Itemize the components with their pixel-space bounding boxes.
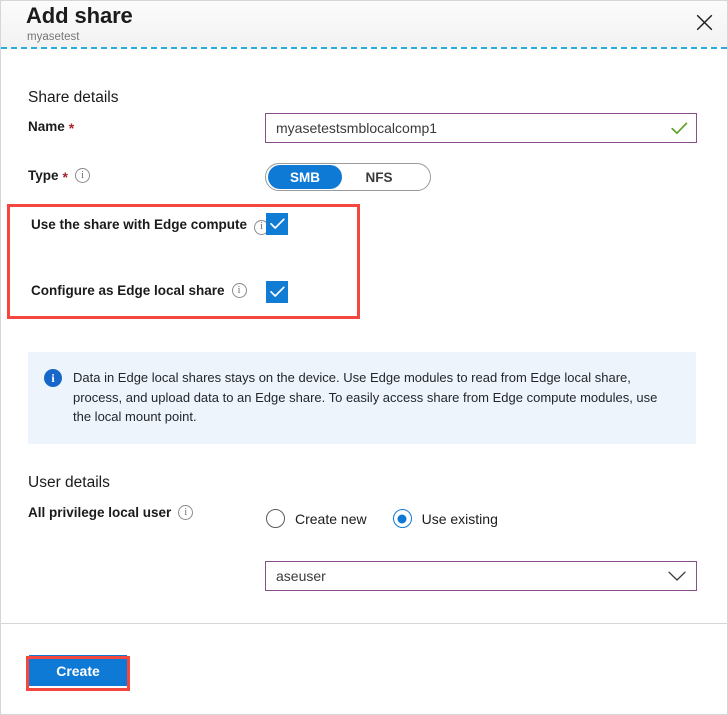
add-share-blade: Add share myasetest Share details Name *… — [0, 0, 728, 715]
chevron-down-icon — [668, 571, 686, 582]
edge-compute-label-text: Use the share with Edge compute — [31, 217, 247, 232]
checkmark-icon — [270, 218, 285, 230]
edge-local-share-label: Configure as Edge local share i — [31, 283, 247, 298]
name-label-text: Name — [28, 119, 65, 134]
user-select-value: aseuser — [276, 568, 668, 584]
share-name-input[interactable]: myasetestsmblocalcomp1 — [265, 113, 697, 143]
edge-local-share-info-banner: i Data in Edge local shares stays on the… — [28, 352, 696, 444]
type-label: Type * i — [28, 168, 90, 183]
user-select[interactable]: aseuser — [265, 561, 697, 591]
radio-create-new[interactable] — [266, 509, 285, 528]
privilege-user-radio-group: Create new Use existing — [266, 509, 498, 528]
info-icon[interactable]: i — [232, 283, 247, 298]
edge-compute-checkbox[interactable] — [266, 213, 288, 235]
name-required-marker: * — [69, 121, 74, 135]
type-label-text: Type — [28, 168, 59, 183]
type-required-marker: * — [63, 170, 68, 184]
radio-use-existing[interactable] — [393, 509, 412, 528]
radio-create-new-label[interactable]: Create new — [295, 511, 367, 527]
check-icon — [671, 122, 688, 135]
share-name-input-value: myasetestsmblocalcomp1 — [276, 120, 671, 136]
name-label: Name * — [28, 119, 74, 134]
info-icon[interactable]: i — [75, 168, 90, 183]
privilege-user-label-text: All privilege local user — [28, 505, 171, 520]
info-icon[interactable]: i — [178, 505, 193, 520]
page-subtitle: myasetest — [27, 31, 79, 43]
share-details-heading: Share details — [28, 89, 118, 107]
info-icon: i — [44, 369, 62, 387]
edge-local-share-checkbox[interactable] — [266, 281, 288, 303]
share-type-option-smb[interactable]: SMB — [268, 165, 342, 189]
radio-use-existing-label[interactable]: Use existing — [422, 511, 498, 527]
blade-body: Share details Name * myasetestsmblocalco… — [1, 51, 727, 623]
user-details-heading: User details — [28, 474, 110, 492]
edge-local-share-label-text: Configure as Edge local share — [31, 283, 225, 298]
page-title: Add share — [26, 3, 133, 29]
share-type-option-nfs[interactable]: NFS — [342, 165, 416, 189]
create-button[interactable]: Create — [29, 655, 127, 686]
info-banner-text: Data in Edge local shares stays on the d… — [73, 368, 663, 427]
share-type-toggle[interactable]: SMB NFS — [265, 163, 431, 191]
close-icon[interactable] — [687, 5, 721, 39]
checkmark-icon — [270, 286, 285, 298]
blade-footer: Create — [1, 623, 727, 714]
privilege-user-label: All privilege local user i — [28, 505, 193, 520]
edge-compute-label: Use the share with Edge computei — [31, 214, 251, 236]
blade-header: Add share myasetest — [1, 1, 727, 49]
